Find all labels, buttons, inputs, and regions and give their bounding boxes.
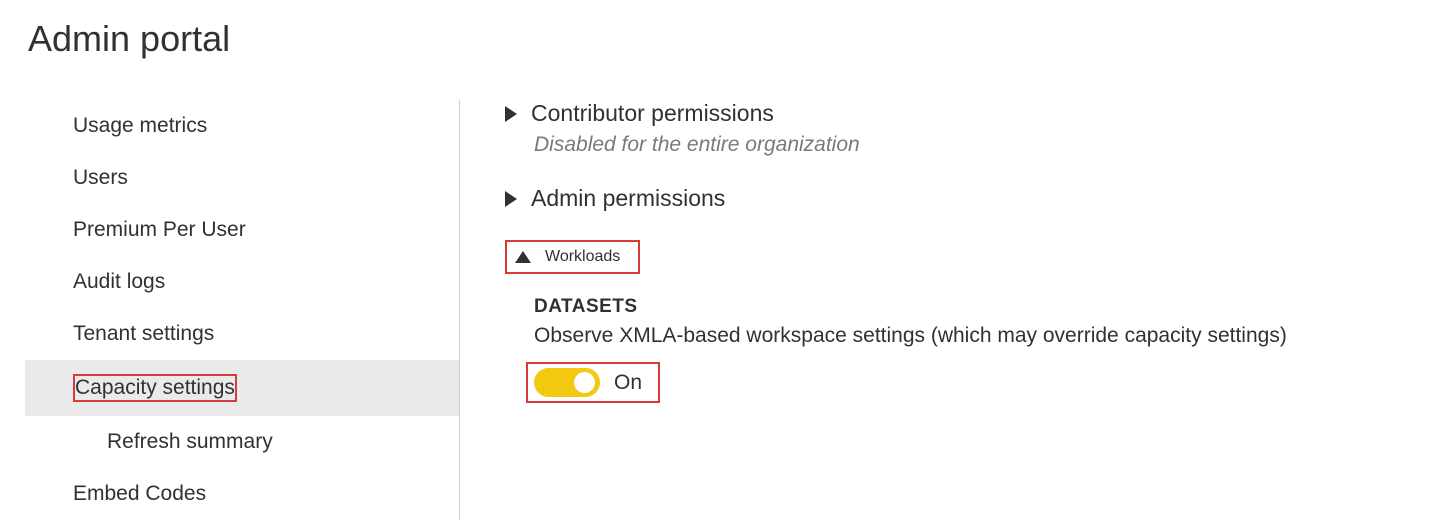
toggle-state-label: On xyxy=(614,371,642,395)
sidebar-item-usage-metrics[interactable]: Usage metrics xyxy=(25,100,459,152)
expanded-icon xyxy=(515,251,531,263)
sidebar-item-embed-codes[interactable]: Embed Codes xyxy=(25,468,459,520)
toggle-knob xyxy=(574,372,595,393)
collapsed-icon xyxy=(505,106,517,122)
sidebar-item-label: Capacity settings xyxy=(75,376,235,399)
section-title: Workloads xyxy=(545,248,620,266)
sidebar-item-premium-per-user[interactable]: Premium Per User xyxy=(25,204,459,256)
section-subtitle-contributor: Disabled for the entire organization xyxy=(534,133,1429,157)
section-contributor-permissions: Contributor permissions Disabled for the… xyxy=(505,100,1429,157)
toggle-switch[interactable] xyxy=(534,368,600,397)
section-header-contributor[interactable]: Contributor permissions xyxy=(505,100,1429,127)
toggle-row-xmla: On xyxy=(526,362,660,403)
sidebar-item-tenant-settings[interactable]: Tenant settings xyxy=(25,308,459,360)
section-header-workloads[interactable]: Workloads xyxy=(505,240,640,274)
content-wrapper: Usage metrics Users Premium Per User Aud… xyxy=(0,100,1429,520)
section-title: Admin permissions xyxy=(531,185,725,212)
sidebar-item-users[interactable]: Users xyxy=(25,152,459,204)
sidebar-item-refresh-summary[interactable]: Refresh summary xyxy=(25,416,459,468)
datasets-block: DATASETS Observe XMLA-based workspace se… xyxy=(534,296,1429,403)
section-header-admin[interactable]: Admin permissions xyxy=(505,185,1429,212)
section-admin-permissions: Admin permissions xyxy=(505,185,1429,212)
section-title: Contributor permissions xyxy=(531,100,774,127)
sidebar: Usage metrics Users Premium Per User Aud… xyxy=(0,100,460,520)
datasets-heading: DATASETS xyxy=(534,296,1429,318)
highlight-capacity-settings: Capacity settings xyxy=(73,374,237,402)
page-title: Admin portal xyxy=(0,0,1429,60)
sidebar-item-capacity-settings[interactable]: Capacity settings xyxy=(25,360,459,416)
sidebar-item-audit-logs[interactable]: Audit logs xyxy=(25,256,459,308)
section-workloads: Workloads DATASETS Observe XMLA-based wo… xyxy=(505,240,1429,403)
datasets-description: Observe XMLA-based workspace settings (w… xyxy=(534,324,1429,348)
main-panel: Contributor permissions Disabled for the… xyxy=(460,100,1429,520)
collapsed-icon xyxy=(505,191,517,207)
